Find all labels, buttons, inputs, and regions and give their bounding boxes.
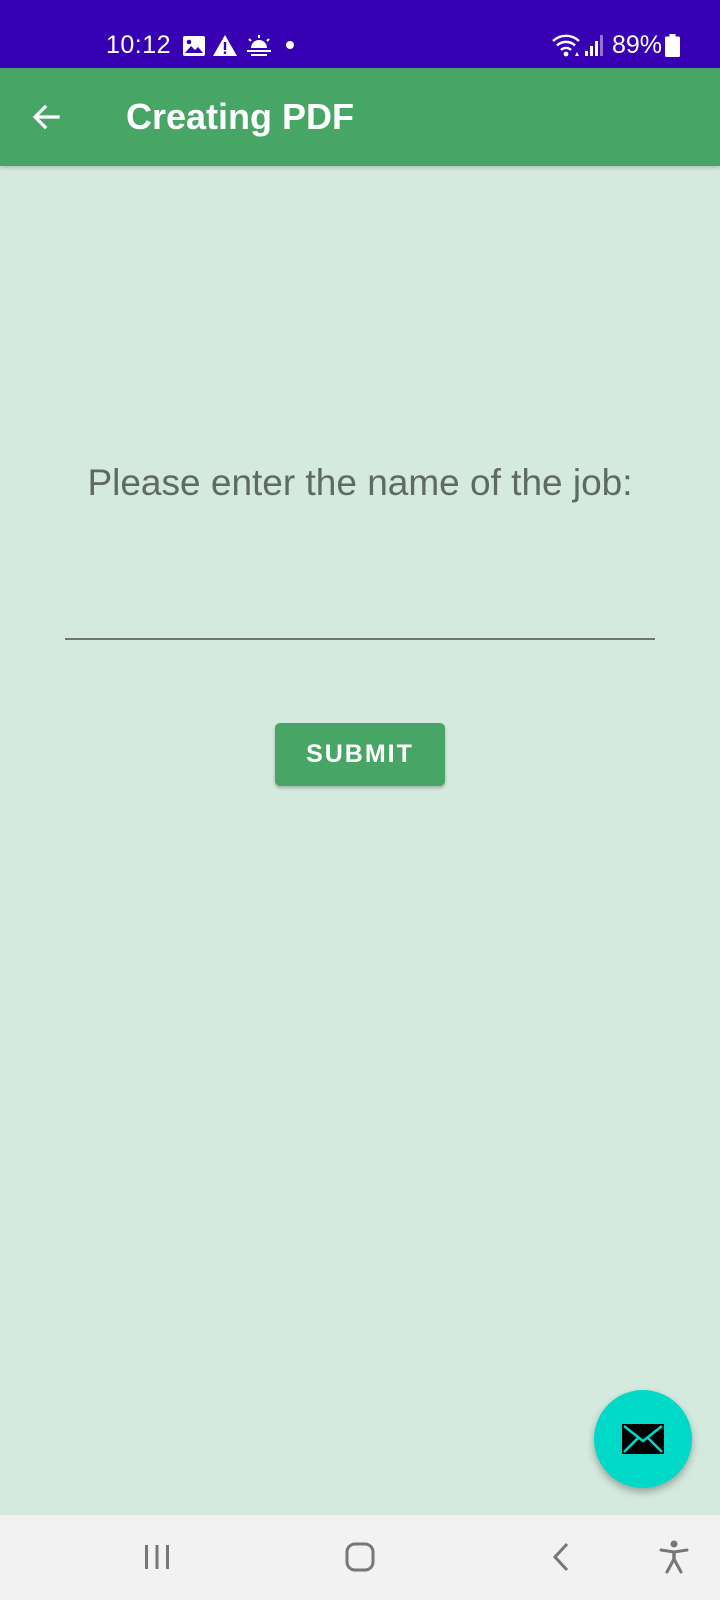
- job-name-prompt: Please enter the name of the job:: [87, 462, 633, 503]
- email-fab[interactable]: [594, 1390, 692, 1488]
- accessibility-icon: [659, 1540, 689, 1574]
- submit-button[interactable]: SUBMIT: [275, 723, 445, 786]
- battery-icon: [665, 34, 680, 57]
- system-nav-bar: [0, 1515, 720, 1600]
- status-time: 10:12: [106, 31, 172, 59]
- recent-apps-icon: [145, 1545, 169, 1569]
- image-icon: [183, 36, 205, 56]
- accessibility-button[interactable]: [644, 1529, 704, 1585]
- mail-icon: [622, 1424, 664, 1454]
- back-button[interactable]: [18, 89, 74, 145]
- home-icon: [345, 1542, 375, 1572]
- page-title: Creating PDF: [126, 96, 355, 137]
- signal-icon: [585, 35, 603, 56]
- system-back-button[interactable]: [531, 1529, 591, 1585]
- wifi-icon: [552, 34, 580, 57]
- back-icon: [552, 1542, 569, 1572]
- battery-percent: 89%: [612, 31, 663, 59]
- home-button[interactable]: [330, 1529, 390, 1585]
- job-name-input[interactable]: [65, 586, 655, 640]
- status-bar: 10:12 89%: [0, 0, 720, 68]
- arrow-back-icon: [32, 104, 60, 130]
- recent-apps-button[interactable]: [127, 1529, 187, 1585]
- warning-icon: [213, 35, 237, 56]
- app-bar: Creating PDF: [0, 68, 720, 166]
- dot-icon: [286, 41, 294, 49]
- sunrise-icon: [247, 35, 271, 56]
